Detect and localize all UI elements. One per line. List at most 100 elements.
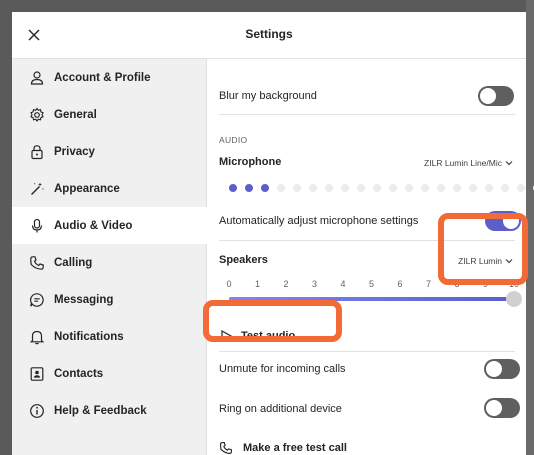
test-audio-button[interactable]: Test audio — [219, 329, 295, 343]
speaker-tick-label: 1 — [254, 279, 261, 289]
mic-level-dot — [405, 184, 413, 192]
dialog-header: Settings — [12, 12, 526, 59]
settings-content: Blur my background AUDIO Microphone ZILR… — [207, 59, 534, 455]
magic-wand-icon — [28, 180, 46, 198]
sidebar-item-notifications[interactable]: Notifications — [12, 318, 206, 355]
sidebar-item-account-profile[interactable]: Account & Profile — [12, 59, 206, 96]
sidebar-item-label: Appearance — [54, 182, 120, 195]
mic-level-dot — [437, 184, 445, 192]
microphone-device-value: ZILR Lumin Line/Mic — [424, 158, 502, 168]
audio-section-heading: AUDIO — [219, 135, 248, 145]
chevron-down-icon — [505, 161, 513, 166]
mic-level-dot — [373, 184, 381, 192]
phone-icon — [28, 254, 46, 272]
toggle-knob — [503, 213, 519, 229]
settings-sidebar: Account & Profile General Privacy Appear… — [12, 59, 207, 455]
speaker-tick-label: 9 — [482, 279, 489, 289]
unmute-incoming-toggle[interactable] — [484, 359, 520, 379]
sidebar-item-label: Privacy — [54, 145, 95, 158]
auto-adjust-label: Automatically adjust microphone settings — [219, 215, 419, 227]
divider — [219, 114, 515, 115]
microphone-device-select[interactable]: ZILR Lumin Line/Mic — [424, 158, 514, 168]
mic-level-dot — [501, 184, 509, 192]
phone-icon — [220, 442, 232, 454]
sidebar-item-label: Account & Profile — [54, 71, 151, 84]
chevron-down-icon — [505, 259, 513, 264]
unmute-incoming-label: Unmute for incoming calls — [219, 363, 346, 375]
chat-icon — [28, 291, 46, 309]
contacts-icon — [28, 365, 46, 383]
blur-background-label: Blur my background — [219, 90, 317, 102]
test-audio-label: Test audio — [241, 330, 296, 342]
mic-level-dot — [389, 184, 397, 192]
info-icon — [28, 402, 46, 420]
test-call-button[interactable]: Make a free test call — [219, 441, 347, 455]
slider-fill — [229, 297, 514, 301]
sidebar-item-contacts[interactable]: Contacts — [12, 355, 206, 392]
mic-level-dot — [453, 184, 461, 192]
toggle-knob — [486, 361, 502, 377]
background-left — [0, 0, 12, 455]
bell-icon — [28, 328, 46, 346]
person-icon — [28, 69, 46, 87]
speaker-volume-slider[interactable] — [229, 291, 522, 307]
toggle-knob — [480, 88, 496, 104]
divider — [219, 351, 515, 352]
toggle-knob — [486, 400, 502, 416]
app-window: Settings Account & Profile General Priva… — [0, 0, 534, 455]
ring-additional-device-label: Ring on additional device — [219, 403, 342, 415]
speaker-tick-label: 10 — [508, 279, 520, 289]
background-top — [0, 0, 534, 12]
speakers-label: Speakers — [219, 254, 268, 266]
mic-level-dot — [229, 184, 237, 192]
mic-level-dot — [357, 184, 365, 192]
microphone-label: Microphone — [219, 156, 282, 168]
mic-level-dot — [517, 184, 525, 192]
mic-level-dot — [325, 184, 333, 192]
sidebar-item-messaging[interactable]: Messaging — [12, 281, 206, 318]
mic-level-dot — [261, 184, 269, 192]
sidebar-item-general[interactable]: General — [12, 96, 206, 133]
blur-background-toggle[interactable] — [478, 86, 514, 106]
settings-dialog: Settings Account & Profile General Priva… — [12, 12, 534, 455]
mic-level-dot — [309, 184, 317, 192]
slider-thumb[interactable] — [506, 291, 522, 307]
auto-adjust-toggle[interactable] — [485, 211, 521, 231]
speaker-tick-label: 6 — [397, 279, 403, 289]
speaker-tick-label: 3 — [311, 279, 318, 289]
background-right — [526, 0, 534, 455]
gear-icon — [28, 106, 46, 124]
sidebar-item-calling[interactable]: Calling — [12, 244, 206, 281]
mic-level-dot — [245, 184, 253, 192]
sidebar-item-label: General — [54, 108, 97, 121]
sidebar-item-audio-video[interactable]: Audio & Video — [12, 207, 207, 244]
sidebar-item-label: Help & Feedback — [54, 404, 147, 417]
sidebar-item-label: Audio & Video — [54, 219, 133, 232]
ring-additional-device-toggle[interactable] — [484, 398, 520, 418]
speaker-tick-label: 5 — [368, 279, 375, 289]
speakers-device-select[interactable]: ZILR Lumin — [458, 256, 514, 266]
sidebar-item-label: Notifications — [54, 330, 124, 343]
mic-level-dot — [293, 184, 301, 192]
mic-level-dot — [469, 184, 477, 192]
sidebar-item-appearance[interactable]: Appearance — [12, 170, 206, 207]
play-icon — [221, 329, 233, 343]
speaker-tick-label: 8 — [454, 279, 460, 289]
microphone-level-meter — [229, 184, 534, 192]
mic-level-dot — [277, 184, 285, 192]
mic-level-dot — [485, 184, 493, 192]
microphone-icon — [28, 217, 46, 235]
mic-level-dot — [341, 184, 349, 192]
speakers-device-value: ZILR Lumin — [458, 256, 502, 266]
sidebar-item-label: Contacts — [54, 367, 104, 380]
speaker-volume-ticks: 0 1 2 3 4 5 6 7 8 9 10 — [226, 279, 520, 291]
sidebar-item-privacy[interactable]: Privacy — [12, 133, 206, 170]
speaker-tick-label: 0 — [226, 279, 232, 289]
lock-icon — [28, 143, 46, 161]
speaker-tick-label: 2 — [283, 279, 289, 289]
speaker-tick-label: 7 — [425, 279, 432, 289]
divider — [219, 240, 515, 241]
test-call-label: Make a free test call — [243, 442, 347, 454]
sidebar-item-help-feedback[interactable]: Help & Feedback — [12, 392, 206, 429]
dialog-title: Settings — [245, 27, 293, 41]
